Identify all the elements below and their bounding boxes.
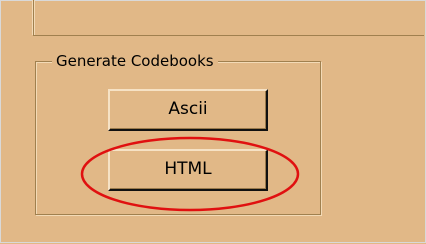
html-button[interactable]: HTML xyxy=(108,149,268,191)
dialog-window: Generate Codebooks Ascii HTML xyxy=(0,0,426,243)
ascii-button[interactable]: Ascii xyxy=(108,89,268,131)
groupbox-title: Generate Codebooks xyxy=(52,52,218,70)
top-panel xyxy=(33,0,424,36)
generate-codebooks-groupbox: Generate Codebooks xyxy=(35,52,321,215)
